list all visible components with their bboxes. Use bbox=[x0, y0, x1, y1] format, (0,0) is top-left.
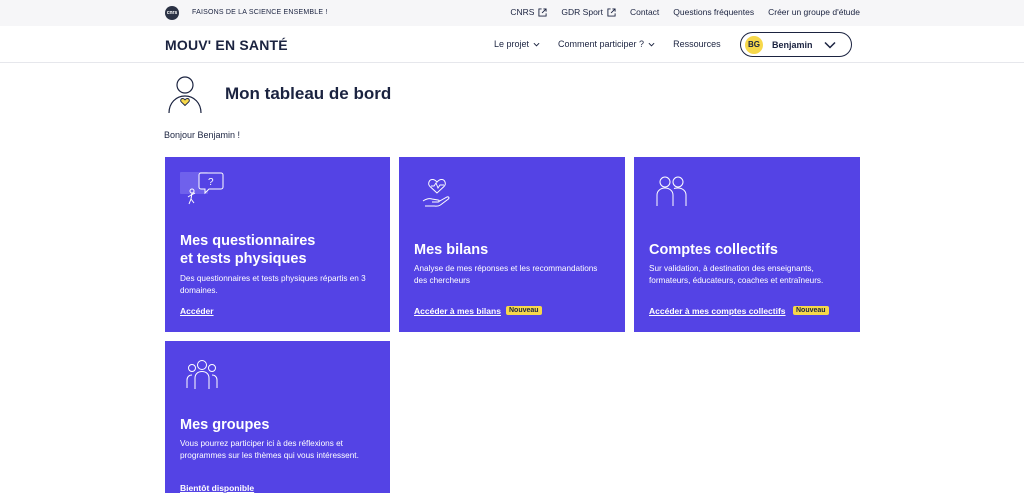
nav-item-le-projet[interactable]: Le projet bbox=[494, 39, 540, 49]
people-icon bbox=[656, 176, 687, 206]
user-menu-button[interactable]: BG Benjamin bbox=[740, 32, 852, 57]
card-comptes-collectifs: Comptes collectifs Sur validation, à des… bbox=[634, 157, 860, 332]
card-link-acceder[interactable]: Accéder bbox=[180, 306, 214, 316]
chevron-down-icon bbox=[648, 42, 655, 46]
new-badge: Nouveau bbox=[793, 306, 829, 315]
card-title-line1: Mes questionnaires bbox=[180, 233, 316, 249]
user-heart-icon bbox=[168, 76, 202, 114]
site-brand[interactable]: MOUV' EN SANTÉ bbox=[165, 37, 288, 53]
card-description: Des questionnaires et tests physiques ré… bbox=[180, 274, 366, 295]
group-icon bbox=[186, 360, 218, 389]
card-title: Comptes collectifs bbox=[649, 242, 778, 258]
nav-links: Le projet Comment participer ? Ressource… bbox=[494, 39, 721, 49]
main-navbar: MOUV' EN SANTÉ Le projet Comment partici… bbox=[0, 26, 1024, 63]
top-link-gdr-sport-label: GDR Sport bbox=[561, 7, 603, 17]
card-title: Mes groupes bbox=[180, 417, 270, 433]
card-title-line2: et tests physiques bbox=[180, 251, 307, 267]
heart-hand-icon bbox=[422, 178, 450, 207]
svg-text:?: ? bbox=[208, 177, 214, 188]
top-link-gdr-sport[interactable]: GDR Sport bbox=[561, 7, 616, 17]
card-link-comptes-collectifs[interactable]: Accéder à mes comptes collectifs bbox=[649, 306, 786, 316]
chevron-down-icon bbox=[533, 42, 540, 46]
card-description: Vous pourrez participer ici à des réflex… bbox=[180, 439, 359, 460]
card-link-bientot: Bientôt disponible bbox=[180, 483, 255, 493]
top-link-cnrs[interactable]: CNRS bbox=[510, 7, 547, 17]
avatar: BG bbox=[745, 36, 763, 54]
card-bilans: Mes bilans Analyse de mes réponses et le… bbox=[399, 157, 625, 332]
top-link-contact[interactable]: Contact bbox=[630, 7, 659, 17]
user-name: Benjamin bbox=[772, 40, 813, 50]
card-title: Mes bilans bbox=[414, 242, 489, 258]
nav-item-le-projet-label: Le projet bbox=[494, 39, 530, 49]
new-badge: Nouveau bbox=[506, 306, 542, 315]
top-link-create-group[interactable]: Créer un groupe d'étude bbox=[768, 7, 860, 17]
top-utility-bar: cnrs FAISONS DE LA SCIENCE ENSEMBLE ! CN… bbox=[0, 0, 1024, 26]
card-groupes: Mes groupes Vous pourrez participer ici … bbox=[165, 341, 390, 493]
questionnaire-icon: ? bbox=[180, 172, 224, 205]
nav-item-comment-participer-label: Comment participer ? bbox=[558, 39, 645, 49]
page-title: Mon tableau de bord bbox=[225, 84, 392, 103]
chevron-down-icon bbox=[824, 41, 836, 49]
external-link-icon bbox=[538, 7, 547, 17]
card-link-bilans[interactable]: Accéder à mes bilans bbox=[414, 306, 501, 316]
cnrs-logo[interactable]: cnrs bbox=[165, 6, 179, 20]
tagline: FAISONS DE LA SCIENCE ENSEMBLE ! bbox=[192, 9, 328, 16]
nav-item-ressources[interactable]: Ressources bbox=[673, 39, 721, 49]
card-questionnaires: ? Mes questionnaires et tests physiques … bbox=[165, 157, 390, 332]
greeting-text: Bonjour Benjamin ! bbox=[164, 130, 241, 140]
top-links: CNRS GDR Sport Contact Questions fréquen… bbox=[510, 7, 860, 17]
top-link-faq[interactable]: Questions fréquentes bbox=[673, 7, 754, 17]
card-description: Sur validation, à destination des enseig… bbox=[649, 264, 824, 285]
card-description: Analyse de mes réponses et les recommand… bbox=[414, 264, 598, 285]
external-link-icon bbox=[607, 7, 616, 17]
top-link-cnrs-label: CNRS bbox=[510, 7, 535, 17]
nav-item-comment-participer[interactable]: Comment participer ? bbox=[558, 39, 655, 49]
